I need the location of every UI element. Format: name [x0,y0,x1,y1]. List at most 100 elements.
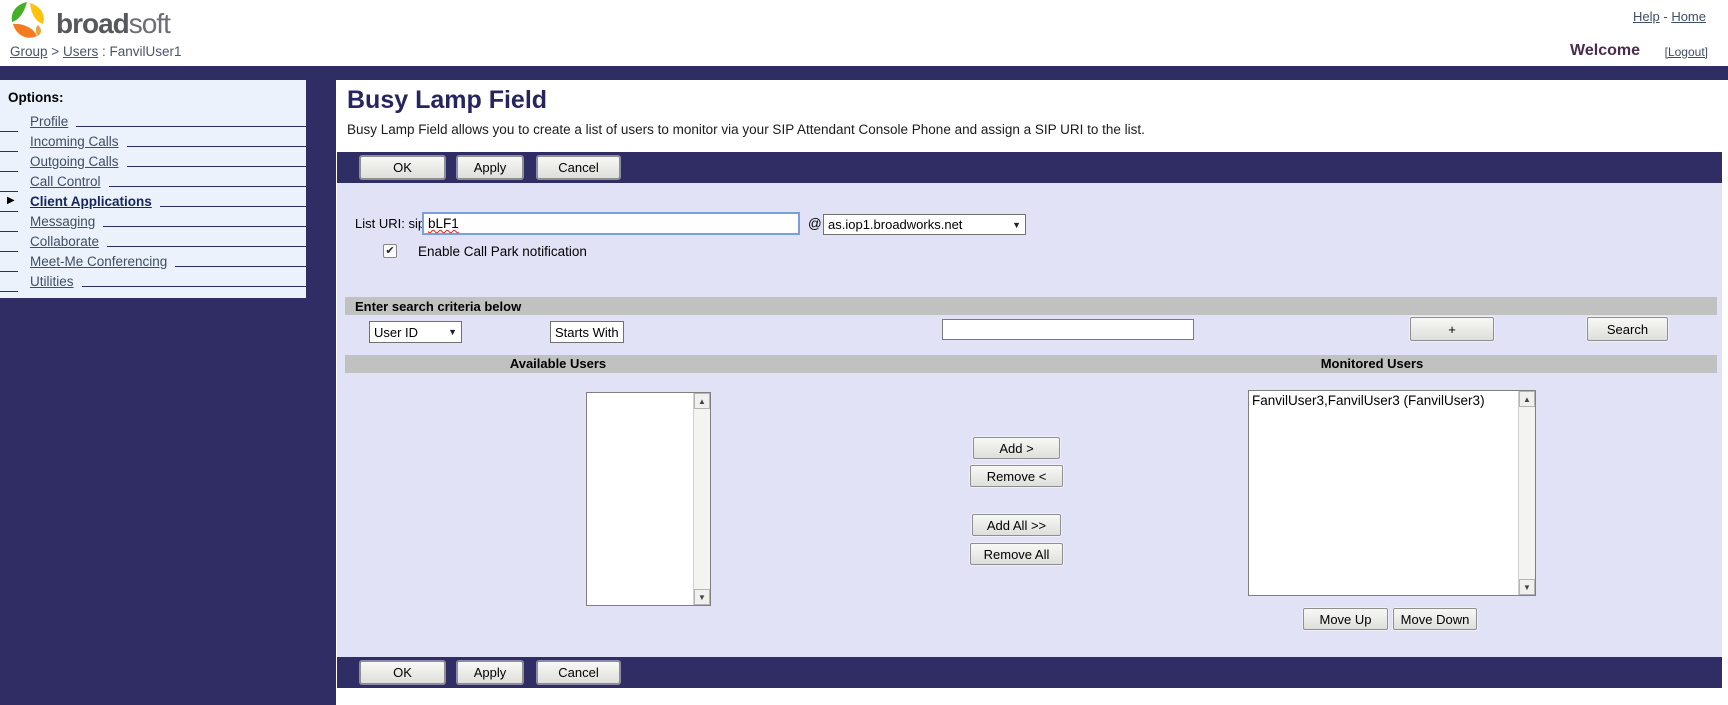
domain-select[interactable]: as.iop1.broadworks.net ▼ [823,214,1026,235]
search-button[interactable]: Search [1587,317,1668,341]
ok-button-top[interactable]: OK [360,156,445,179]
breadcrumb-current-user: FanvilUser1 [110,44,182,59]
menu-divider-line [103,226,306,227]
logo-text: broadsoft [56,8,170,40]
sidebar-item-label[interactable]: Messaging [30,213,95,230]
home-link[interactable]: Home [1671,9,1706,24]
menu-divider-line [127,166,306,167]
sidebar-item[interactable]: ▶ Utilities [0,270,306,290]
sidebar-item-label[interactable]: Call Control [30,173,101,190]
available-users-header: Available Users [338,355,778,373]
scroll-track[interactable] [694,409,710,589]
top-navy-bar [0,66,1728,80]
broadsoft-logo-icon [8,1,50,46]
monitored-users-items: FanvilUser3,FanvilUser3 (FanvilUser3) [1249,391,1518,595]
ok-button-bottom[interactable]: OK [360,661,445,684]
main-content: Busy Lamp Field Busy Lamp Field allows y… [336,80,1728,705]
sidebar-menu: ▶ Profile ▶ Incoming Calls ▶ Outgoing Ca… [0,110,306,290]
search-mode-select[interactable]: Starts With ▼ [550,321,624,343]
scroll-down-icon[interactable]: ▼ [694,589,710,605]
call-park-label: Enable Call Park notification [418,244,587,259]
sidebar-item-label[interactable]: Client Applications [30,193,152,210]
search-input[interactable] [942,319,1194,340]
broadsoft-logo: broadsoft [8,1,170,46]
top-toolbar: OK Apply Cancel [337,152,1722,183]
breadcrumb-group-link[interactable]: Group [10,44,48,59]
menu-divider-line [175,266,306,267]
monitored-users-header: Monitored Users [1152,355,1592,373]
columns-header: Available Users Monitored Users [345,355,1717,373]
options-panel: Options: ▶ Profile ▶ Incoming Calls [0,80,306,298]
bottom-toolbar: OK Apply Cancel [337,657,1722,688]
scroll-track[interactable] [1519,407,1535,579]
breadcrumb-separator: > [51,44,59,59]
search-criteria-header: Enter search criteria below [345,297,1717,315]
remove-button[interactable]: Remove < [970,465,1063,487]
available-users-listbox[interactable]: ▲ ▼ [586,392,711,606]
sidebar-item[interactable]: ▶ Profile [0,110,306,130]
menu-divider-line [82,286,306,287]
monitored-users-listbox[interactable]: FanvilUser3,FanvilUser3 (FanvilUser3) ▲ … [1248,390,1536,596]
scroll-up-icon[interactable]: ▲ [1519,391,1535,407]
add-criteria-button[interactable]: + [1410,317,1494,341]
sidebar-item[interactable]: ▶ Messaging [0,210,306,230]
options-label: Options: [0,88,306,110]
sidebar-item-label[interactable]: Profile [30,113,68,130]
welcome-text: Welcome [1570,42,1640,60]
page-title: Busy Lamp Field [347,86,547,115]
available-scrollbar[interactable]: ▲ ▼ [693,393,710,605]
list-uri-input[interactable]: bLF1 [422,212,800,235]
sidebar-item[interactable]: ▶ Outgoing Calls [0,150,306,170]
sidebar-item[interactable]: ▶ Incoming Calls [0,130,306,150]
list-item[interactable]: FanvilUser3,FanvilUser3 (FanvilUser3) [1249,392,1518,409]
breadcrumb: Group > Users : FanvilUser1 [10,44,182,59]
add-all-button[interactable]: Add All >> [972,514,1061,536]
sidebar-item[interactable]: ▶ Call Control [0,170,306,190]
available-users-items [587,393,693,605]
menu-divider-line [160,206,306,207]
cancel-button-top[interactable]: Cancel [537,156,620,179]
sidebar-item[interactable]: ▶ Meet-Me Conferencing [0,250,306,270]
logout-link[interactable]: [Logout] [1665,45,1708,59]
sidebar: Options: ▶ Profile ▶ Incoming Calls [0,80,336,705]
menu-divider-line [109,186,306,187]
top-links-separator: - [1663,9,1667,24]
top-links: Help - Home [1633,9,1706,24]
page-header: broadsoft Help - Home Group > Users : Fa… [0,0,1728,66]
remove-all-button[interactable]: Remove All [970,543,1063,565]
search-mode-value: Starts With [555,325,619,340]
list-uri-label: List URI: sip: [355,216,429,231]
apply-button-top[interactable]: Apply [457,156,523,179]
active-arrow-icon: ▶ [7,196,15,206]
menu-step-line [0,291,18,292]
page-description: Busy Lamp Field allows you to create a l… [347,122,1145,137]
help-link[interactable]: Help [1633,9,1660,24]
at-sign: @ [808,216,822,231]
menu-divider-line [76,126,306,127]
breadcrumb-users-link[interactable]: Users [63,44,98,59]
menu-divider-line [107,246,306,247]
sidebar-item[interactable]: ▶ Collaborate [0,230,306,250]
add-button[interactable]: Add > [973,437,1060,459]
move-up-button[interactable]: Move Up [1303,608,1388,630]
sidebar-item-label[interactable]: Collaborate [30,233,99,250]
scroll-up-icon[interactable]: ▲ [694,393,710,409]
cancel-button-bottom[interactable]: Cancel [537,661,620,684]
content-panel: List URI: sip: bLF1 @ as.iop1.broadworks… [337,183,1722,657]
search-field-select[interactable]: User ID ▼ [369,321,462,343]
chevron-down-icon: ▼ [448,327,457,337]
scroll-down-icon[interactable]: ▼ [1519,579,1535,595]
call-park-checkbox[interactable]: ✔ [383,244,397,258]
logo-text-bold: broad [56,8,129,39]
breadcrumb-separator-2: : [102,44,106,59]
sidebar-item-label[interactable]: Utilities [30,273,74,290]
sidebar-item-label[interactable]: Meet-Me Conferencing [30,253,167,270]
apply-button-bottom[interactable]: Apply [457,661,523,684]
monitored-scrollbar[interactable]: ▲ ▼ [1518,391,1535,595]
move-down-button[interactable]: Move Down [1393,608,1477,630]
chevron-down-icon: ▼ [1012,220,1021,230]
sidebar-item-label[interactable]: Outgoing Calls [30,153,119,170]
sidebar-item-label[interactable]: Incoming Calls [30,133,119,150]
check-icon: ✔ [385,245,394,257]
sidebar-item[interactable]: ▶ Client Applications [0,190,306,210]
